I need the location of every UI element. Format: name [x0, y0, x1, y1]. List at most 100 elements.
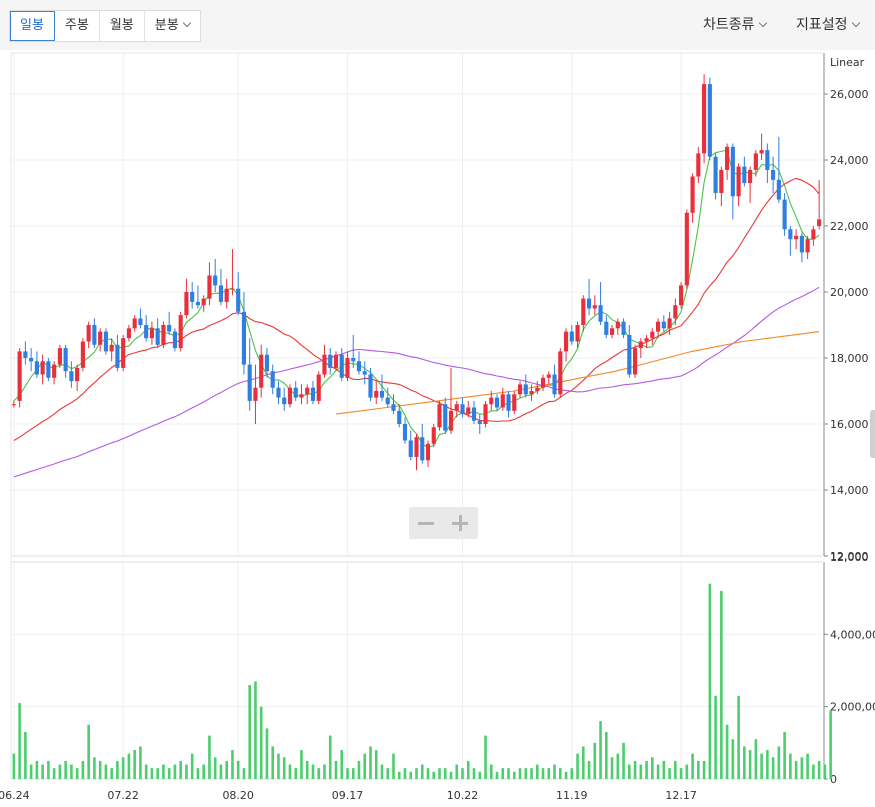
volume-bar[interactable]: [242, 768, 246, 779]
volume-bar[interactable]: [748, 750, 752, 779]
volume-bar[interactable]: [41, 764, 44, 779]
candle[interactable]: [126, 325, 131, 342]
volume-bar[interactable]: [806, 753, 809, 779]
volume-bar[interactable]: [294, 768, 298, 779]
candle[interactable]: [523, 374, 528, 398]
candle[interactable]: [345, 351, 350, 382]
volume-bar[interactable]: [570, 768, 574, 779]
volume-bar[interactable]: [328, 735, 332, 779]
candle[interactable]: [195, 285, 201, 309]
candle[interactable]: [437, 400, 442, 431]
volume-bar[interactable]: [760, 753, 763, 779]
volume-bar[interactable]: [225, 760, 228, 779]
candle[interactable]: [178, 311, 183, 352]
candle[interactable]: [276, 381, 281, 405]
volume-bar[interactable]: [720, 590, 723, 779]
volume-bar[interactable]: [518, 768, 522, 779]
candle[interactable]: [483, 400, 488, 428]
volume-bar[interactable]: [530, 768, 533, 779]
volume-bar[interactable]: [311, 764, 315, 779]
volume-bar[interactable]: [512, 771, 516, 779]
volume-bar[interactable]: [489, 764, 493, 779]
volume-bar[interactable]: [185, 764, 188, 779]
candle[interactable]: [552, 364, 557, 398]
candle[interactable]: [92, 318, 97, 349]
volume-bar[interactable]: [766, 750, 769, 779]
volume-bar[interactable]: [691, 753, 694, 779]
candle[interactable]: [161, 321, 166, 349]
volume-bar[interactable]: [259, 706, 263, 779]
volume-bar[interactable]: [426, 768, 430, 779]
volume-bar[interactable]: [357, 760, 361, 779]
volume-bar[interactable]: [714, 695, 717, 779]
volume-bar[interactable]: [633, 760, 637, 779]
candle[interactable]: [368, 367, 373, 401]
volume-bar[interactable]: [156, 768, 159, 779]
candle[interactable]: [144, 315, 149, 342]
candle[interactable]: [799, 232, 804, 263]
candle[interactable]: [661, 315, 666, 332]
volume-bar[interactable]: [403, 768, 407, 779]
candle[interactable]: [586, 278, 592, 316]
candle[interactable]: [673, 298, 678, 325]
volume-bar[interactable]: [771, 757, 775, 779]
candle[interactable]: [443, 397, 448, 434]
volume-bar[interactable]: [455, 764, 459, 779]
volume-bar[interactable]: [656, 764, 660, 779]
candle[interactable]: [621, 318, 626, 339]
volume-bar[interactable]: [731, 739, 735, 779]
candle[interactable]: [299, 384, 304, 405]
volume-bar[interactable]: [305, 760, 309, 779]
volume-bar[interactable]: [317, 768, 321, 779]
candle[interactable]: [420, 424, 425, 464]
volume-bar[interactable]: [547, 768, 551, 779]
candle[interactable]: [425, 440, 431, 467]
volume-bar[interactable]: [392, 753, 395, 779]
candle[interactable]: [448, 367, 454, 434]
volume-bar[interactable]: [605, 731, 608, 779]
volume-bar[interactable]: [535, 764, 539, 779]
candle[interactable]: [98, 328, 103, 352]
candle[interactable]: [75, 364, 80, 391]
volume-bar[interactable]: [369, 746, 372, 779]
volume-bar[interactable]: [685, 764, 689, 779]
candle[interactable]: [788, 226, 793, 256]
candle[interactable]: [17, 348, 22, 408]
zoom-in-button[interactable]: [443, 507, 477, 539]
candle[interactable]: [282, 387, 287, 411]
candle[interactable]: [765, 143, 770, 184]
volume-bar[interactable]: [87, 724, 90, 779]
candle[interactable]: [512, 391, 517, 415]
candle[interactable]: [638, 338, 643, 358]
volume-bar[interactable]: [208, 735, 211, 779]
volume-bar[interactable]: [576, 753, 579, 779]
volume-bar[interactable]: [507, 768, 510, 779]
volume-bar[interactable]: [254, 681, 257, 779]
candle[interactable]: [540, 374, 546, 392]
candle[interactable]: [748, 166, 753, 203]
candle[interactable]: [811, 226, 816, 246]
candle[interactable]: [287, 384, 293, 408]
volume-bar[interactable]: [789, 753, 792, 779]
candle[interactable]: [805, 235, 810, 259]
volume-bar[interactable]: [651, 757, 654, 779]
volume-bar[interactable]: [668, 768, 671, 779]
volume-bar[interactable]: [674, 760, 677, 779]
volume-bar[interactable]: [610, 757, 614, 779]
candle[interactable]: [149, 321, 154, 345]
volume-bar[interactable]: [70, 764, 73, 779]
candle[interactable]: [29, 348, 34, 372]
volume-bar[interactable]: [288, 764, 292, 779]
volume-bar[interactable]: [162, 764, 165, 779]
volume-bar[interactable]: [495, 771, 499, 779]
candle[interactable]: [52, 361, 57, 385]
volume-bar[interactable]: [35, 760, 39, 779]
volume-bar[interactable]: [386, 768, 390, 779]
candle[interactable]: [115, 334, 120, 372]
candle[interactable]: [184, 278, 189, 319]
candle[interactable]: [190, 282, 195, 309]
volume-bar[interactable]: [582, 746, 585, 779]
candle[interactable]: [713, 153, 718, 200]
candle[interactable]: [794, 229, 799, 250]
volume-bar[interactable]: [697, 760, 700, 779]
